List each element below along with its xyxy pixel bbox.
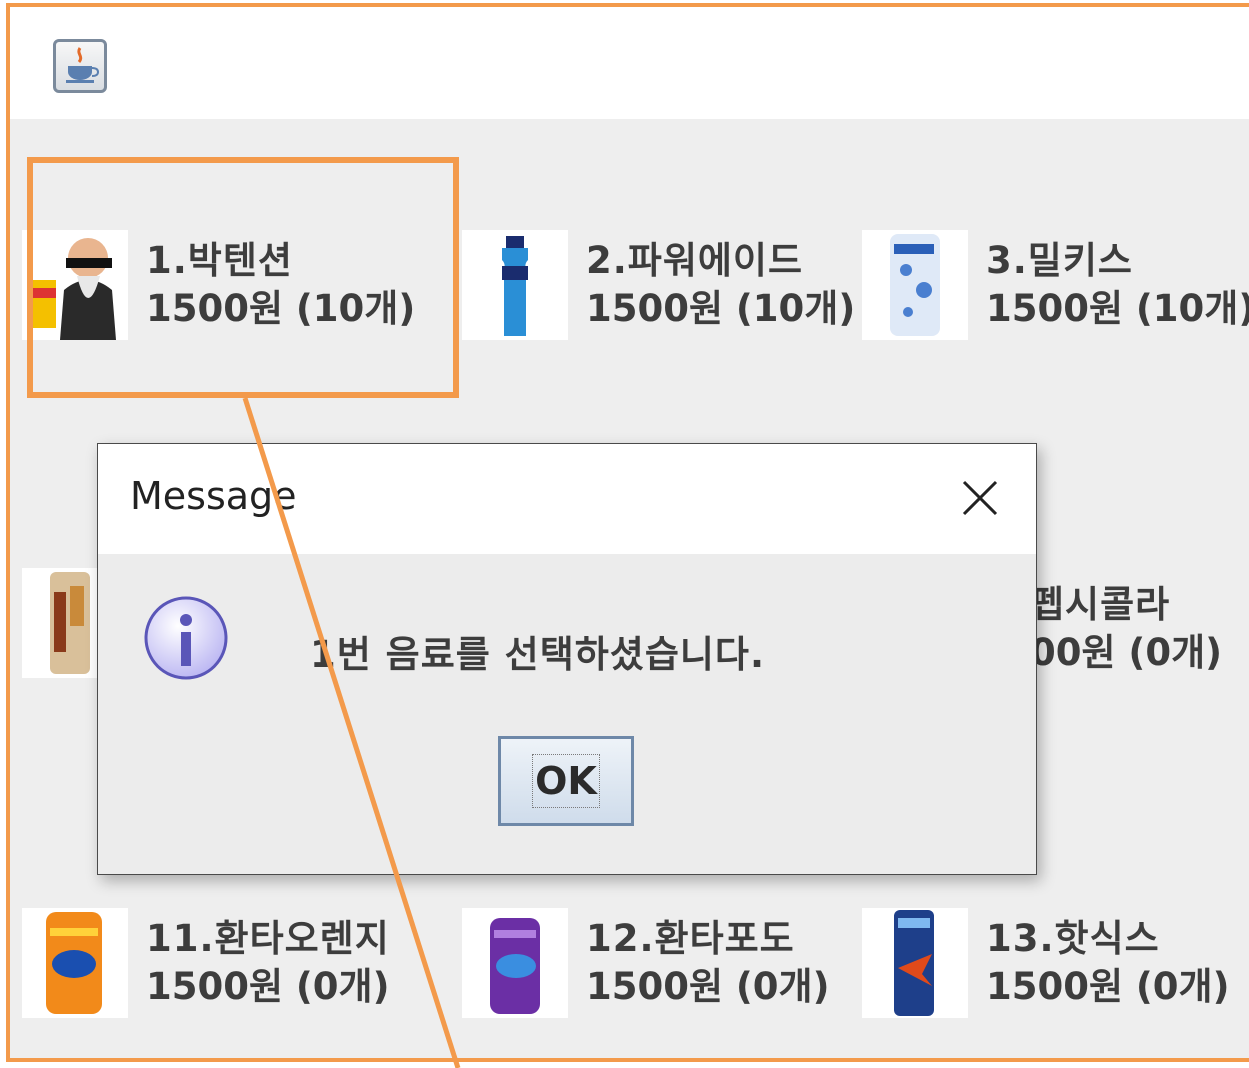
hot6-can-icon — [862, 908, 968, 1018]
product-name: 2.파워에이드 — [586, 239, 804, 282]
product-item[interactable]: 펩시콜라 00원 (0개) — [1030, 574, 1222, 684]
fanta-orange-can-icon — [22, 908, 128, 1018]
product-price: 1500원 (0개) — [986, 965, 1230, 1008]
close-icon[interactable] — [952, 470, 1008, 526]
product-price: 1500원 (10개) — [986, 287, 1249, 330]
product-price: 1500원 (10개) — [586, 287, 856, 330]
product-name: 펩시콜라 — [1030, 583, 1171, 626]
product-price: 1500원 (10개) — [146, 287, 416, 330]
ok-button-label: OK — [532, 754, 600, 808]
ok-button[interactable]: OK — [498, 736, 634, 826]
window-titlebar — [10, 7, 1249, 119]
fanta-grape-can-icon — [462, 908, 568, 1018]
product-name: 12.환타포도 — [586, 917, 795, 960]
canned-coffee-icon — [22, 568, 100, 678]
product-item[interactable]: 1.박텐션 1500원 (10개) — [22, 230, 415, 340]
product-name: 3.밀키스 — [986, 239, 1133, 282]
info-icon — [140, 592, 236, 688]
dialog-titlebar: Message — [98, 444, 1036, 554]
product-name: 13.핫식스 — [986, 917, 1160, 960]
product-item[interactable]: 11.환타오렌지 1500원 (0개) — [22, 908, 390, 1018]
dialog-message: 1번 음료를 선택하셨습니다. — [310, 633, 766, 676]
product-name: 11.환타오렌지 — [146, 917, 390, 960]
product-item[interactable] — [22, 568, 100, 678]
product-item[interactable]: 3.밀키스 1500원 (10개) — [862, 230, 1249, 340]
product-price: 1500원 (0개) — [146, 965, 390, 1008]
dialog-title: Message — [130, 474, 297, 518]
product-price: 1500원 (0개) — [586, 965, 830, 1008]
message-dialog: Message 1번 음료를 선택하셨습니다. OK — [97, 443, 1037, 875]
blue-bottle-icon — [462, 230, 568, 340]
product-name: 1.박텐션 — [146, 239, 293, 282]
product-item[interactable]: 13.핫식스 1500원 (0개) — [862, 908, 1230, 1018]
bald-man-drink-icon — [22, 230, 128, 340]
java-cup-icon — [53, 39, 107, 93]
milkis-can-icon — [862, 230, 968, 340]
product-item[interactable]: 2.파워에이드 1500원 (10개) — [462, 230, 855, 340]
product-price: 00원 (0개) — [1030, 631, 1223, 674]
product-item[interactable]: 12.환타포도 1500원 (0개) — [462, 908, 830, 1018]
